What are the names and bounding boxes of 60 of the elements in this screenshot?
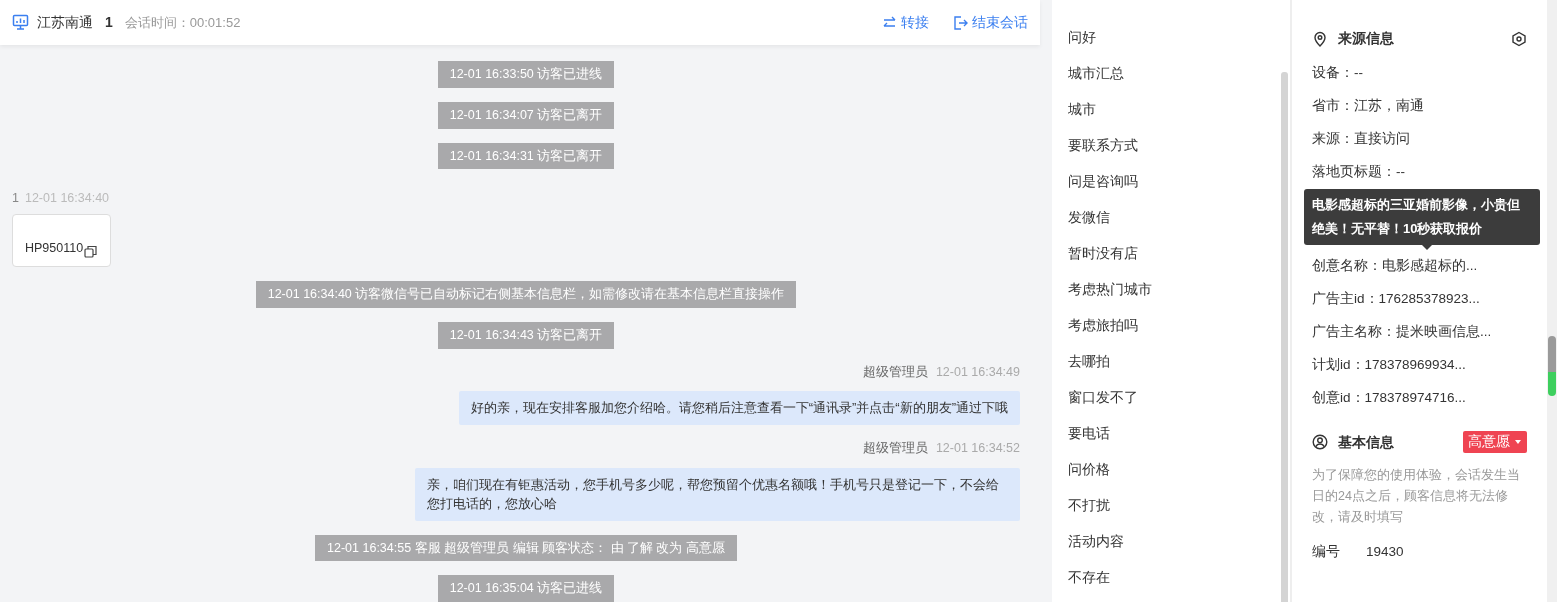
quick-reply-item[interactable]: 不存在	[1068, 560, 1110, 596]
quick-reply-item[interactable]: 发微信	[1068, 200, 1110, 236]
system-message: 12-01 16:34:31 访客已离开	[437, 142, 615, 170]
system-message: 12-01 16:34:07 访客已离开	[437, 101, 615, 129]
info-field: 计划id：178378969934...	[1312, 355, 1527, 388]
tooltip-arrow-icon	[1422, 245, 1432, 250]
quick-reply-item[interactable]: 不打扰	[1068, 488, 1110, 524]
system-message: 12-01 16:34:40 访客微信号已自动标记右侧基本信息栏，如需修改请在基本信息栏直接操作	[255, 281, 797, 308]
quick-reply-item[interactable]: 问好	[1068, 20, 1096, 56]
quick-reply-item[interactable]: 去哪拍	[1068, 344, 1110, 380]
scrollbar-thumb[interactable]	[1281, 72, 1288, 602]
sender-name: 超级管理员	[862, 440, 928, 455]
system-message: 12-01 16:33:50 访客已进线	[437, 61, 615, 88]
agent-message: 好的亲，现在安排客服加您介绍哈。请您稍后注意查看一下“通讯录”并点击“新的朋友”通过下哦	[458, 391, 1020, 425]
location-pin-icon	[1312, 30, 1328, 47]
field-value: 19430	[1366, 543, 1404, 562]
quick-reply-item[interactable]: 要电话	[1068, 416, 1110, 452]
copy-icon	[84, 245, 98, 258]
info-field: 创意id：178378974716...	[1312, 388, 1527, 421]
visitor-count: 1	[105, 13, 113, 32]
section-title: 来源信息	[1338, 29, 1394, 48]
end-session-link[interactable]: 结束会话	[953, 12, 1028, 33]
info-field: 创意名称：电影感超标的...	[1312, 256, 1527, 289]
quick-reply-item[interactable]: 问是咨询吗	[1068, 164, 1138, 200]
visitor-message: HP950110	[12, 214, 111, 267]
info-field: 省市：江苏，南通	[1312, 96, 1527, 129]
user-circle-icon	[1312, 434, 1328, 451]
quick-reply-item[interactable]: 窗口发不了	[1068, 380, 1138, 416]
notice-text: 为了保障您的使用体验，会话发生当日的24点之后，顾客信息将无法修改，请及时填写	[1312, 467, 1521, 527]
info-field: 设备：--	[1312, 63, 1527, 96]
quick-reply-item[interactable]: 要联系方式	[1068, 128, 1138, 164]
sender-name: 超级管理员	[862, 364, 928, 379]
system-message: 12-01 16:34:43 访客已离开	[437, 321, 615, 349]
scrollbar-thumb[interactable]	[1548, 336, 1556, 396]
message-time: 12-01 16:34:52	[935, 440, 1020, 455]
quick-reply-item[interactable]: 问价格	[1068, 452, 1110, 488]
info-field: 来源：直接访问	[1312, 129, 1527, 162]
message-time: 12-01 16:34:40	[24, 191, 110, 206]
session-duration: 会话时间：00:01:52	[124, 13, 241, 32]
exit-icon	[953, 14, 969, 31]
message-time: 12-01 16:34:49	[935, 364, 1020, 379]
agent-message: 亲，咱们现在有钜惠活动，您手机号多少呢，帮您预留个优惠名额哦！手机号只是登记一下，不会给您打电话的，您放心哈	[415, 467, 1020, 521]
quick-reply-item[interactable]: 暂时没有店	[1068, 236, 1138, 272]
section-title: 基本信息	[1338, 432, 1394, 452]
system-message: 12-01 16:35:04 访客已进线	[437, 575, 615, 602]
system-message: 12-01 16:34:55 客服 超级管理员 编辑 顾客状态： 由 了解 改为 高意愿	[315, 534, 737, 562]
visitor-location: 江苏南通	[37, 13, 93, 32]
monitor-icon	[12, 14, 29, 31]
quick-reply-item[interactable]: 城市	[1068, 92, 1096, 128]
info-field: 广告主名称：提米映画信息...	[1312, 322, 1527, 355]
quick-reply-item[interactable]: 考虑热门城市	[1068, 272, 1152, 308]
quick-reply-item[interactable]: 城市汇总	[1068, 56, 1124, 92]
intent-dropdown[interactable]: 高意愿	[1463, 431, 1527, 454]
sender-name: 1	[12, 191, 19, 206]
transfer-link[interactable]: 转接	[882, 12, 929, 33]
quick-reply-item[interactable]: 考虑旅拍吗	[1068, 308, 1138, 344]
quick-reply-item[interactable]: 活动内容	[1068, 524, 1124, 560]
info-field: 广告主id：176285378923...	[1312, 289, 1527, 322]
settings-icon[interactable]	[1511, 30, 1527, 47]
field-label: 编号	[1312, 543, 1340, 562]
